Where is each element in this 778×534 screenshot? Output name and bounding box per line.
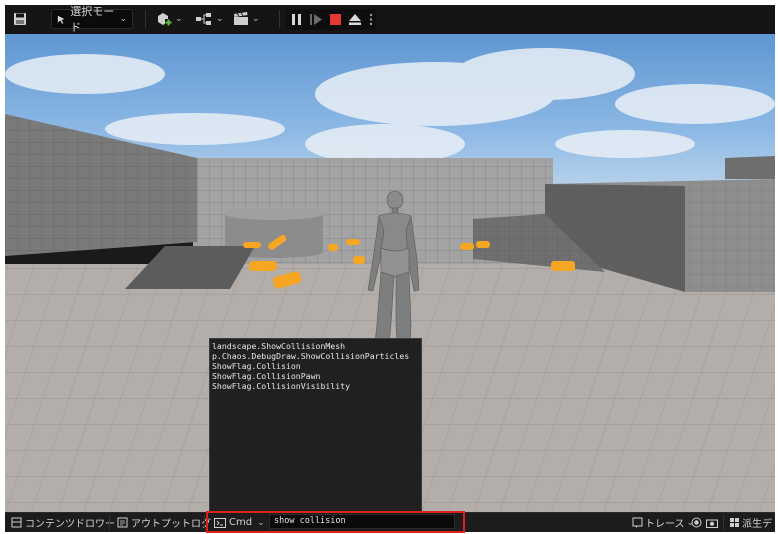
bottombar-divider bbox=[204, 515, 205, 530]
stop-icon[interactable] bbox=[330, 14, 341, 25]
chevron-down-icon: ⌄ bbox=[216, 14, 224, 24]
play-controls-icons bbox=[292, 13, 373, 26]
record-icon bbox=[691, 517, 702, 528]
derived-data-button[interactable]: 派生デ bbox=[729, 513, 772, 532]
trace-label: トレース bbox=[645, 519, 685, 530]
skip-frame-icon[interactable] bbox=[310, 14, 322, 25]
cmd-highlight-box bbox=[206, 511, 465, 533]
toolbar-divider bbox=[279, 10, 280, 28]
output-log-icon bbox=[117, 517, 128, 528]
select-mode-dropdown[interactable]: 選択モード ⌄ bbox=[51, 5, 133, 34]
add-actor-icon bbox=[158, 13, 172, 26]
trace-button[interactable]: トレース ⌄ bbox=[632, 513, 694, 532]
autocomplete-item[interactable]: ShowFlag.CollisionVisibility bbox=[212, 381, 419, 392]
camera-icon bbox=[706, 519, 718, 528]
content-drawer-icon bbox=[11, 517, 22, 528]
select-mode-icon bbox=[57, 15, 65, 24]
derived-data-icon bbox=[730, 518, 739, 527]
output-log-button[interactable]: アウトプットログ bbox=[117, 513, 211, 532]
main-toolbar: 選択モード ⌄ ⌄ ⌄ ⌄ bbox=[5, 5, 775, 34]
eject-icon[interactable] bbox=[349, 14, 361, 25]
toolbar-divider bbox=[145, 10, 146, 28]
bottombar-divider bbox=[109, 515, 110, 530]
blueprint-icon bbox=[196, 13, 211, 25]
select-mode-label: 選択モード bbox=[70, 5, 115, 34]
more-options-icon[interactable] bbox=[369, 13, 373, 26]
add-actor-button[interactable]: ⌄ bbox=[156, 9, 183, 29]
chevron-down-icon: ⌄ bbox=[252, 14, 260, 24]
editor-window: 選択モード ⌄ ⌄ ⌄ ⌄ landscape.ShowCollisionMes… bbox=[5, 5, 775, 533]
content-drawer-button[interactable]: コンテンツドロワー bbox=[11, 513, 115, 532]
content-drawer-label: コンテンツドロワー bbox=[25, 519, 115, 530]
cinematics-icon bbox=[234, 12, 248, 25]
right-wall bbox=[725, 156, 775, 179]
save-icon bbox=[14, 13, 26, 25]
save-button[interactable] bbox=[13, 9, 27, 29]
record-button[interactable] bbox=[691, 513, 702, 532]
derived-data-label: 派生デ bbox=[742, 519, 772, 530]
chevron-down-icon: ⌄ bbox=[119, 14, 127, 24]
pause-icon[interactable] bbox=[292, 14, 301, 25]
console-autocomplete-popup: landscape.ShowCollisionMesh p.Chaos.Debu… bbox=[209, 338, 422, 513]
chevron-down-icon: ⌄ bbox=[175, 14, 183, 24]
output-log-label: アウトプットログ bbox=[131, 519, 211, 530]
blueprint-button[interactable]: ⌄ bbox=[195, 9, 224, 29]
screenshot-button[interactable] bbox=[706, 513, 718, 532]
cinematics-button[interactable]: ⌄ bbox=[233, 9, 260, 29]
play-controls bbox=[286, 9, 376, 30]
bottombar-divider bbox=[723, 515, 724, 530]
trace-icon bbox=[632, 517, 643, 528]
